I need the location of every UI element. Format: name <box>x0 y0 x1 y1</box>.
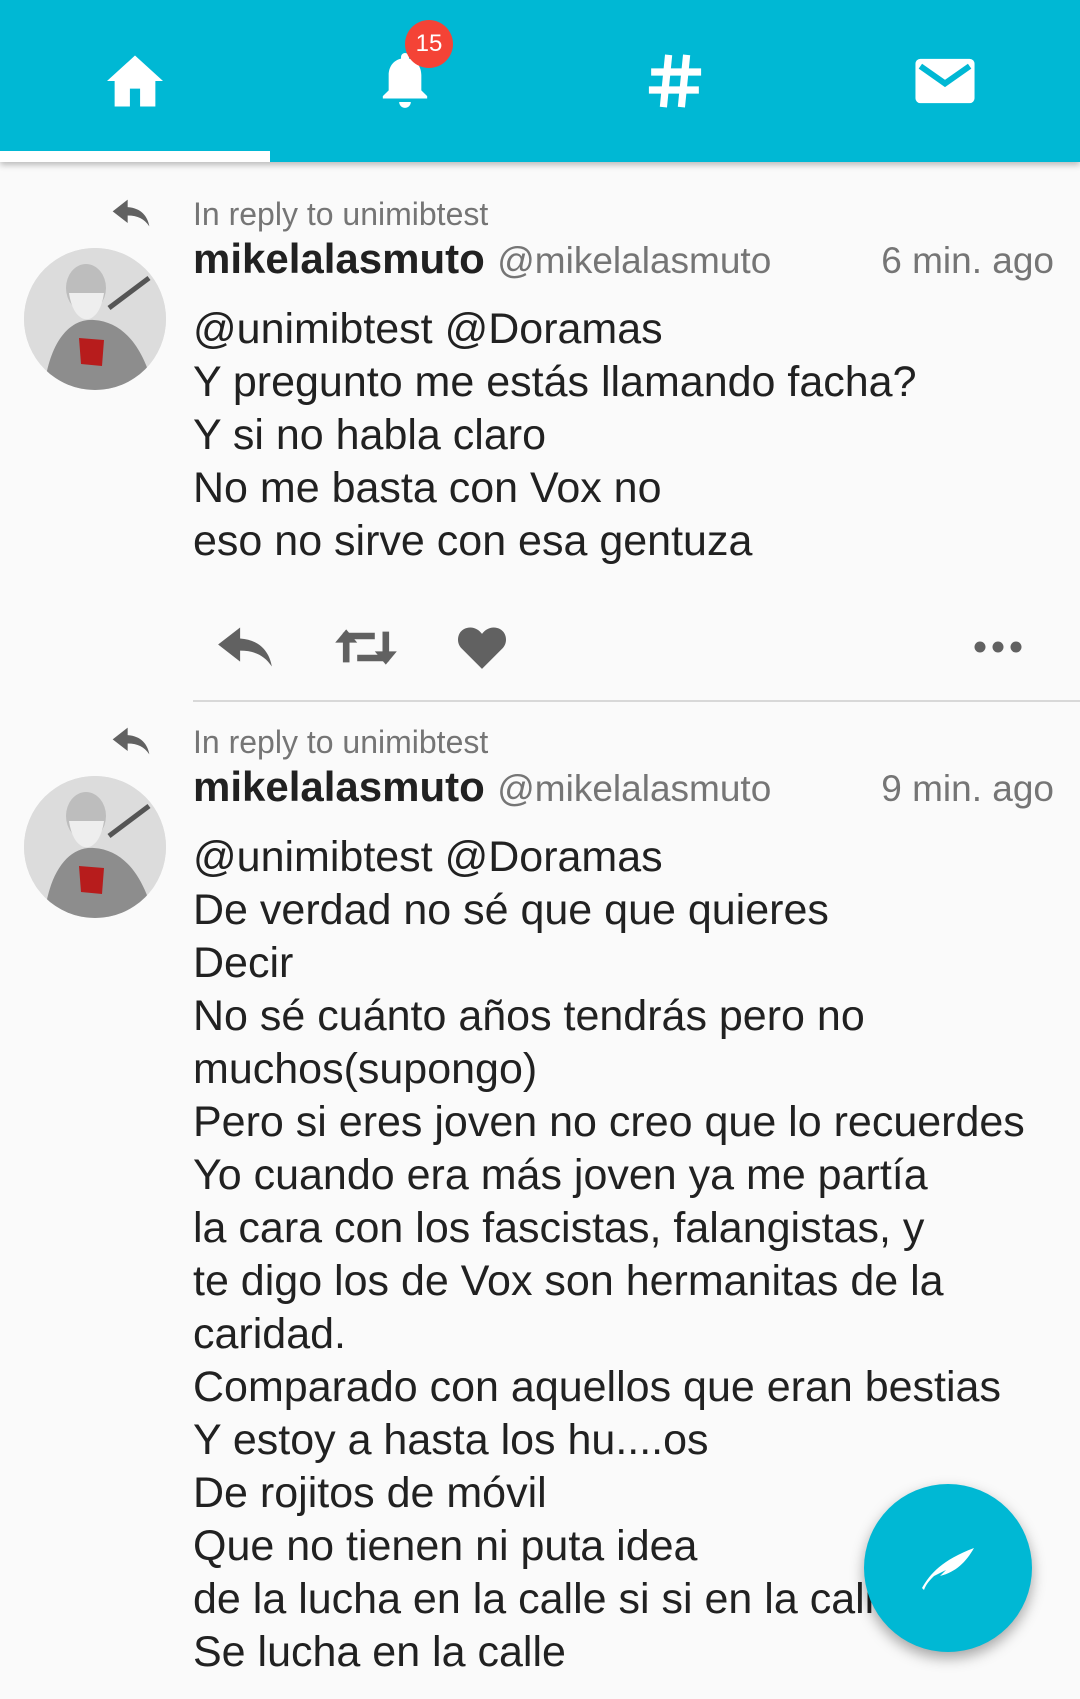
post-divider <box>193 700 1080 702</box>
post-line: Yo cuando era más joven ya me partía <box>193 1151 928 1199</box>
retweet-button[interactable] <box>333 612 399 682</box>
avatar-image <box>24 248 166 390</box>
like-button[interactable] <box>455 612 509 682</box>
like-icon <box>458 627 506 669</box>
timestamp: 9 min. ago <box>881 768 1054 809</box>
compose-button[interactable] <box>864 1484 1032 1652</box>
avatar-image <box>24 776 166 918</box>
post-line: No me basta con Vox no <box>193 464 662 512</box>
post-line: caridad. <box>193 1310 346 1358</box>
post[interactable]: In reply to unimibtest mikelalasmuto @mi… <box>0 180 1080 705</box>
handle[interactable]: @mikelalasmuto <box>497 768 771 809</box>
tab-explore[interactable] <box>540 0 810 162</box>
post-line: eso no sirve con esa gentuza <box>193 517 753 565</box>
post-line: No sé cuánto años tendrás pero no <box>193 992 865 1040</box>
reply-arrow-icon <box>112 727 150 755</box>
post-line: Pero si eres joven no creo que lo recuer… <box>193 1098 1025 1146</box>
tab-home[interactable] <box>0 0 270 162</box>
post-actions <box>193 612 1053 682</box>
top-tab-bar: 15 <box>0 0 1080 162</box>
mail-icon <box>915 58 975 104</box>
post-body: @unimibtest @Doramas Y pregunto me estás… <box>193 303 1073 568</box>
more-options-button[interactable] <box>973 612 1023 682</box>
post-line: @unimibtest @Doramas <box>193 833 663 881</box>
compose-quill-icon <box>922 1548 974 1590</box>
post-line: Comparado con aquellos que eran bestias <box>193 1363 1001 1411</box>
tab-messages[interactable] <box>810 0 1080 162</box>
reply-icon <box>218 627 272 667</box>
more-icon <box>974 641 1022 653</box>
display-name[interactable]: mikelalasmuto <box>193 235 485 282</box>
display-name[interactable]: mikelalasmuto <box>193 763 485 810</box>
retweet-icon <box>335 629 397 665</box>
reply-context: In reply to unimibtest <box>0 716 1080 766</box>
post-line: te digo los de Vox son hermanitas de la <box>193 1257 944 1305</box>
avatar[interactable] <box>24 776 166 918</box>
handle[interactable]: @mikelalasmuto <box>497 240 771 281</box>
home-icon <box>107 55 163 107</box>
reply-to-text: In reply to unimibtest <box>193 196 489 232</box>
post-line: Y pregunto me estás llamando facha? <box>193 358 917 406</box>
reply-to-text: In reply to unimibtest <box>193 724 489 760</box>
hashtag-icon <box>648 54 702 108</box>
post-line: De verdad no sé que que quieres <box>193 886 829 934</box>
post-line: @unimibtest @Doramas <box>193 305 663 353</box>
reply-arrow-icon <box>112 199 150 227</box>
tab-notifications[interactable] <box>270 0 540 162</box>
post-line: Decir <box>193 939 294 987</box>
post-line: la cara con los fascistas, falangistas, … <box>193 1204 925 1252</box>
post-line: Y si no habla claro <box>193 411 546 459</box>
post-line: muchos(supongo) <box>193 1045 538 1093</box>
reply-context: In reply to unimibtest <box>0 188 1080 238</box>
timestamp: 6 min. ago <box>881 240 1054 281</box>
avatar[interactable] <box>24 248 166 390</box>
post-line: Y estoy a hasta los hu....os <box>193 1416 709 1464</box>
reply-button[interactable] <box>213 612 277 682</box>
active-tab-indicator <box>0 151 270 162</box>
notification-badge: 15 <box>405 20 453 68</box>
